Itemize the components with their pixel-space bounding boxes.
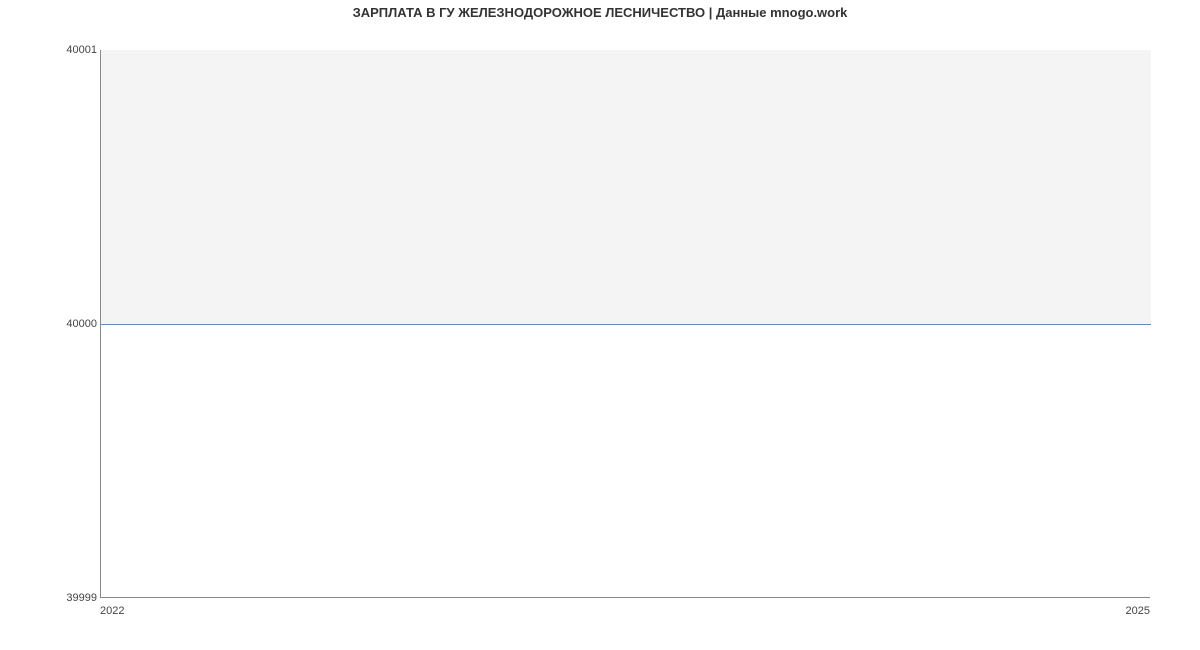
- x-tick-label: 2022: [100, 605, 124, 617]
- data-line: [101, 324, 1151, 325]
- area-fill: [101, 50, 1151, 324]
- y-tick-label: 39999: [37, 592, 97, 604]
- plot-area: [100, 50, 1150, 598]
- chart-title: ЗАРПЛАТА В ГУ ЖЕЛЕЗНОДОРОЖНОЕ ЛЕСНИЧЕСТВ…: [0, 5, 1200, 20]
- x-tick-label: 2025: [1126, 605, 1150, 617]
- y-tick-label: 40000: [37, 318, 97, 330]
- y-tick-label: 40001: [37, 44, 97, 56]
